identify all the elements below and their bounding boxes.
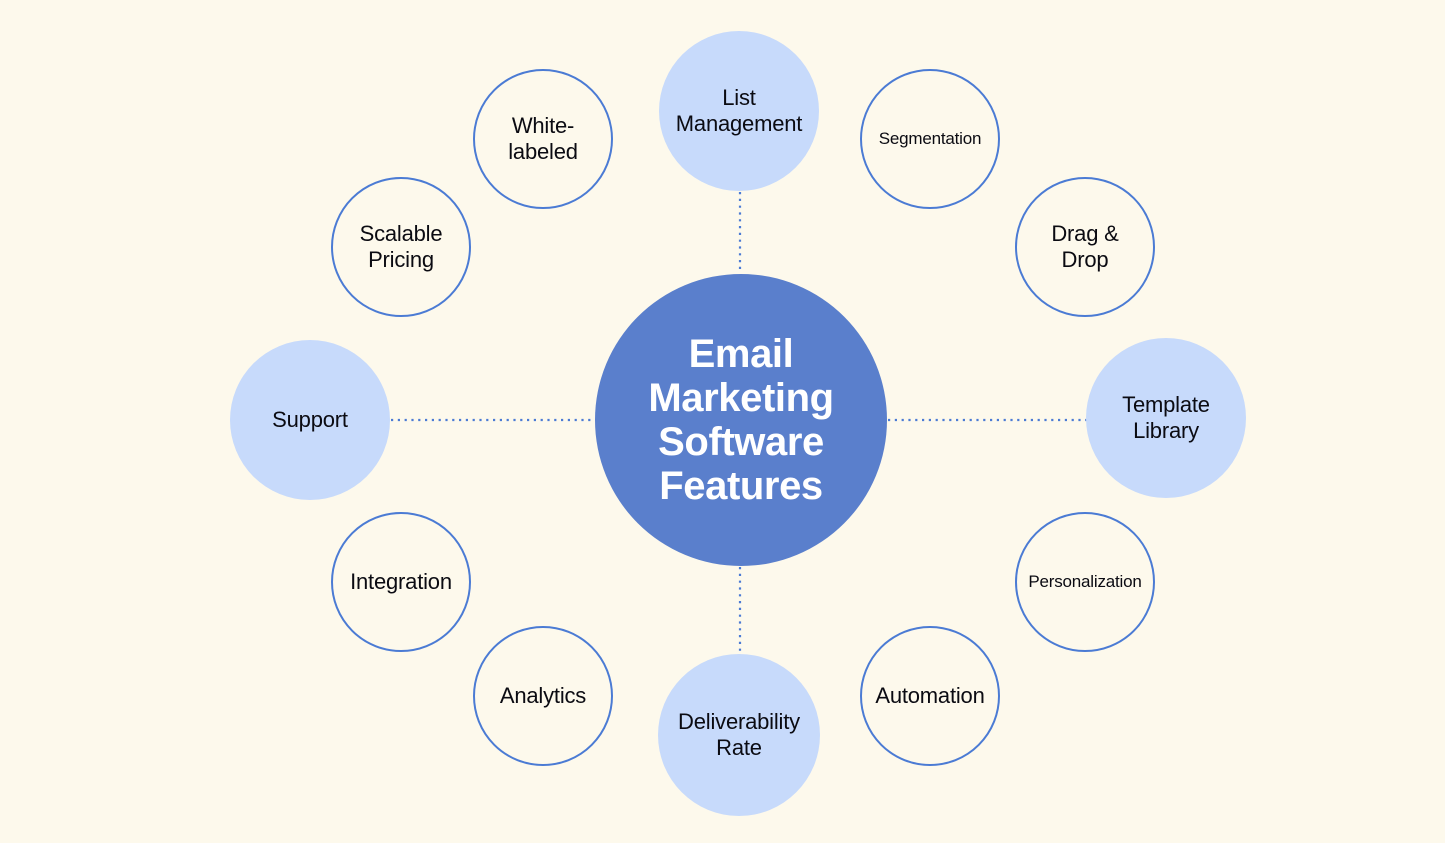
hub-node-label: Email Marketing Software Features	[648, 332, 834, 508]
feature-node-personalization[interactable]: Personalization	[1015, 512, 1155, 652]
feature-node-automation[interactable]: Automation	[860, 626, 1000, 766]
feature-node-drag-and-drop[interactable]: Drag & Drop	[1015, 177, 1155, 317]
feature-node-scalable-pricing[interactable]: Scalable Pricing	[331, 177, 471, 317]
feature-node-label-white-labeled: White- labeled	[508, 113, 578, 164]
diagram-canvas: Email Marketing Software Features List Ma…	[0, 0, 1445, 843]
feature-node-white-labeled[interactable]: White- labeled	[473, 69, 613, 209]
feature-node-template-library[interactable]: Template Library	[1086, 338, 1246, 498]
feature-node-label-drag-and-drop: Drag & Drop	[1051, 221, 1119, 272]
feature-node-label-personalization: Personalization	[1028, 572, 1142, 592]
feature-node-deliverability-rate[interactable]: Deliverability Rate	[658, 654, 820, 816]
feature-node-label-scalable-pricing: Scalable Pricing	[359, 221, 443, 272]
feature-node-label-segmentation: Segmentation	[878, 129, 982, 149]
feature-node-label-template-library: Template Library	[1122, 392, 1210, 443]
feature-node-segmentation[interactable]: Segmentation	[860, 69, 1000, 209]
feature-node-label-automation: Automation	[875, 683, 985, 709]
hub-node-email-marketing-software-features[interactable]: Email Marketing Software Features	[595, 274, 887, 566]
feature-node-integration[interactable]: Integration	[331, 512, 471, 652]
feature-node-label-list-management: List Management	[675, 85, 803, 136]
feature-node-label-analytics: Analytics	[499, 683, 587, 709]
feature-node-support[interactable]: Support	[230, 340, 390, 500]
feature-node-analytics[interactable]: Analytics	[473, 626, 613, 766]
feature-node-label-integration: Integration	[350, 569, 452, 595]
feature-node-label-deliverability-rate: Deliverability Rate	[678, 709, 800, 760]
feature-node-list-management[interactable]: List Management	[659, 31, 819, 191]
feature-node-label-support: Support	[272, 407, 348, 433]
